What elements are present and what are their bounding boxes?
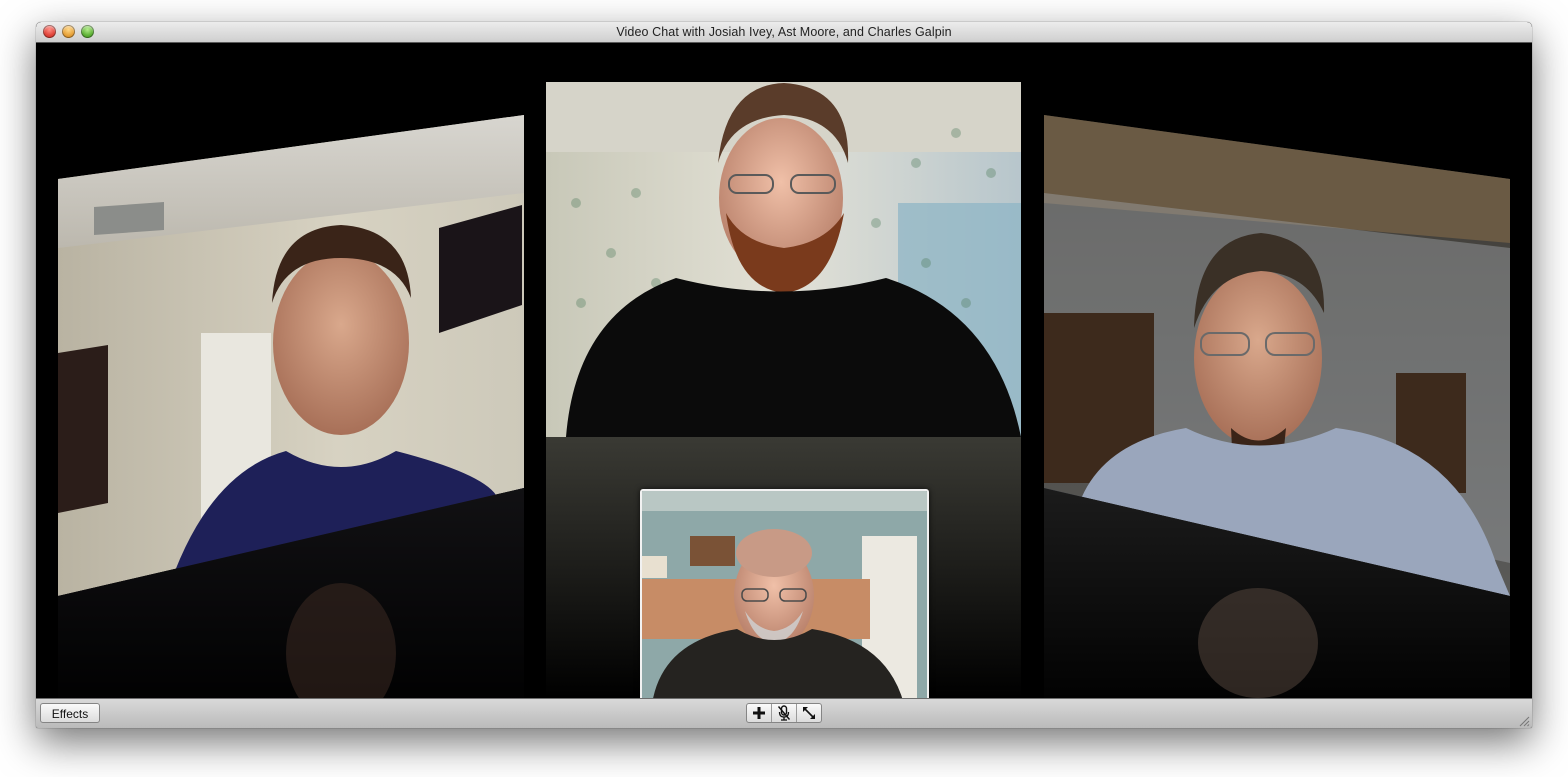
participant-video-right [1044, 115, 1510, 698]
mute-microphone-icon [777, 705, 791, 721]
add-participant-button[interactable] [747, 704, 772, 722]
fullscreen-icon [803, 707, 815, 719]
mute-button[interactable] [772, 704, 797, 722]
bottom-toolbar: Effects [36, 698, 1532, 728]
window-title: Video Chat with Josiah Ivey, Ast Moore, … [616, 25, 952, 39]
add-icon [753, 707, 765, 719]
participant-video-left [58, 115, 524, 698]
video-stage [36, 43, 1532, 706]
resize-grip-icon[interactable] [1518, 715, 1530, 727]
title-bar[interactable]: Video Chat with Josiah Ivey, Ast Moore, … [36, 22, 1532, 43]
self-preview-video[interactable] [640, 489, 929, 706]
self-preview-image [642, 491, 927, 704]
fullscreen-button[interactable] [797, 704, 821, 722]
effects-button[interactable]: Effects [40, 703, 100, 723]
video-chat-window: Video Chat with Josiah Ivey, Ast Moore, … [36, 22, 1532, 728]
call-controls [746, 703, 822, 723]
